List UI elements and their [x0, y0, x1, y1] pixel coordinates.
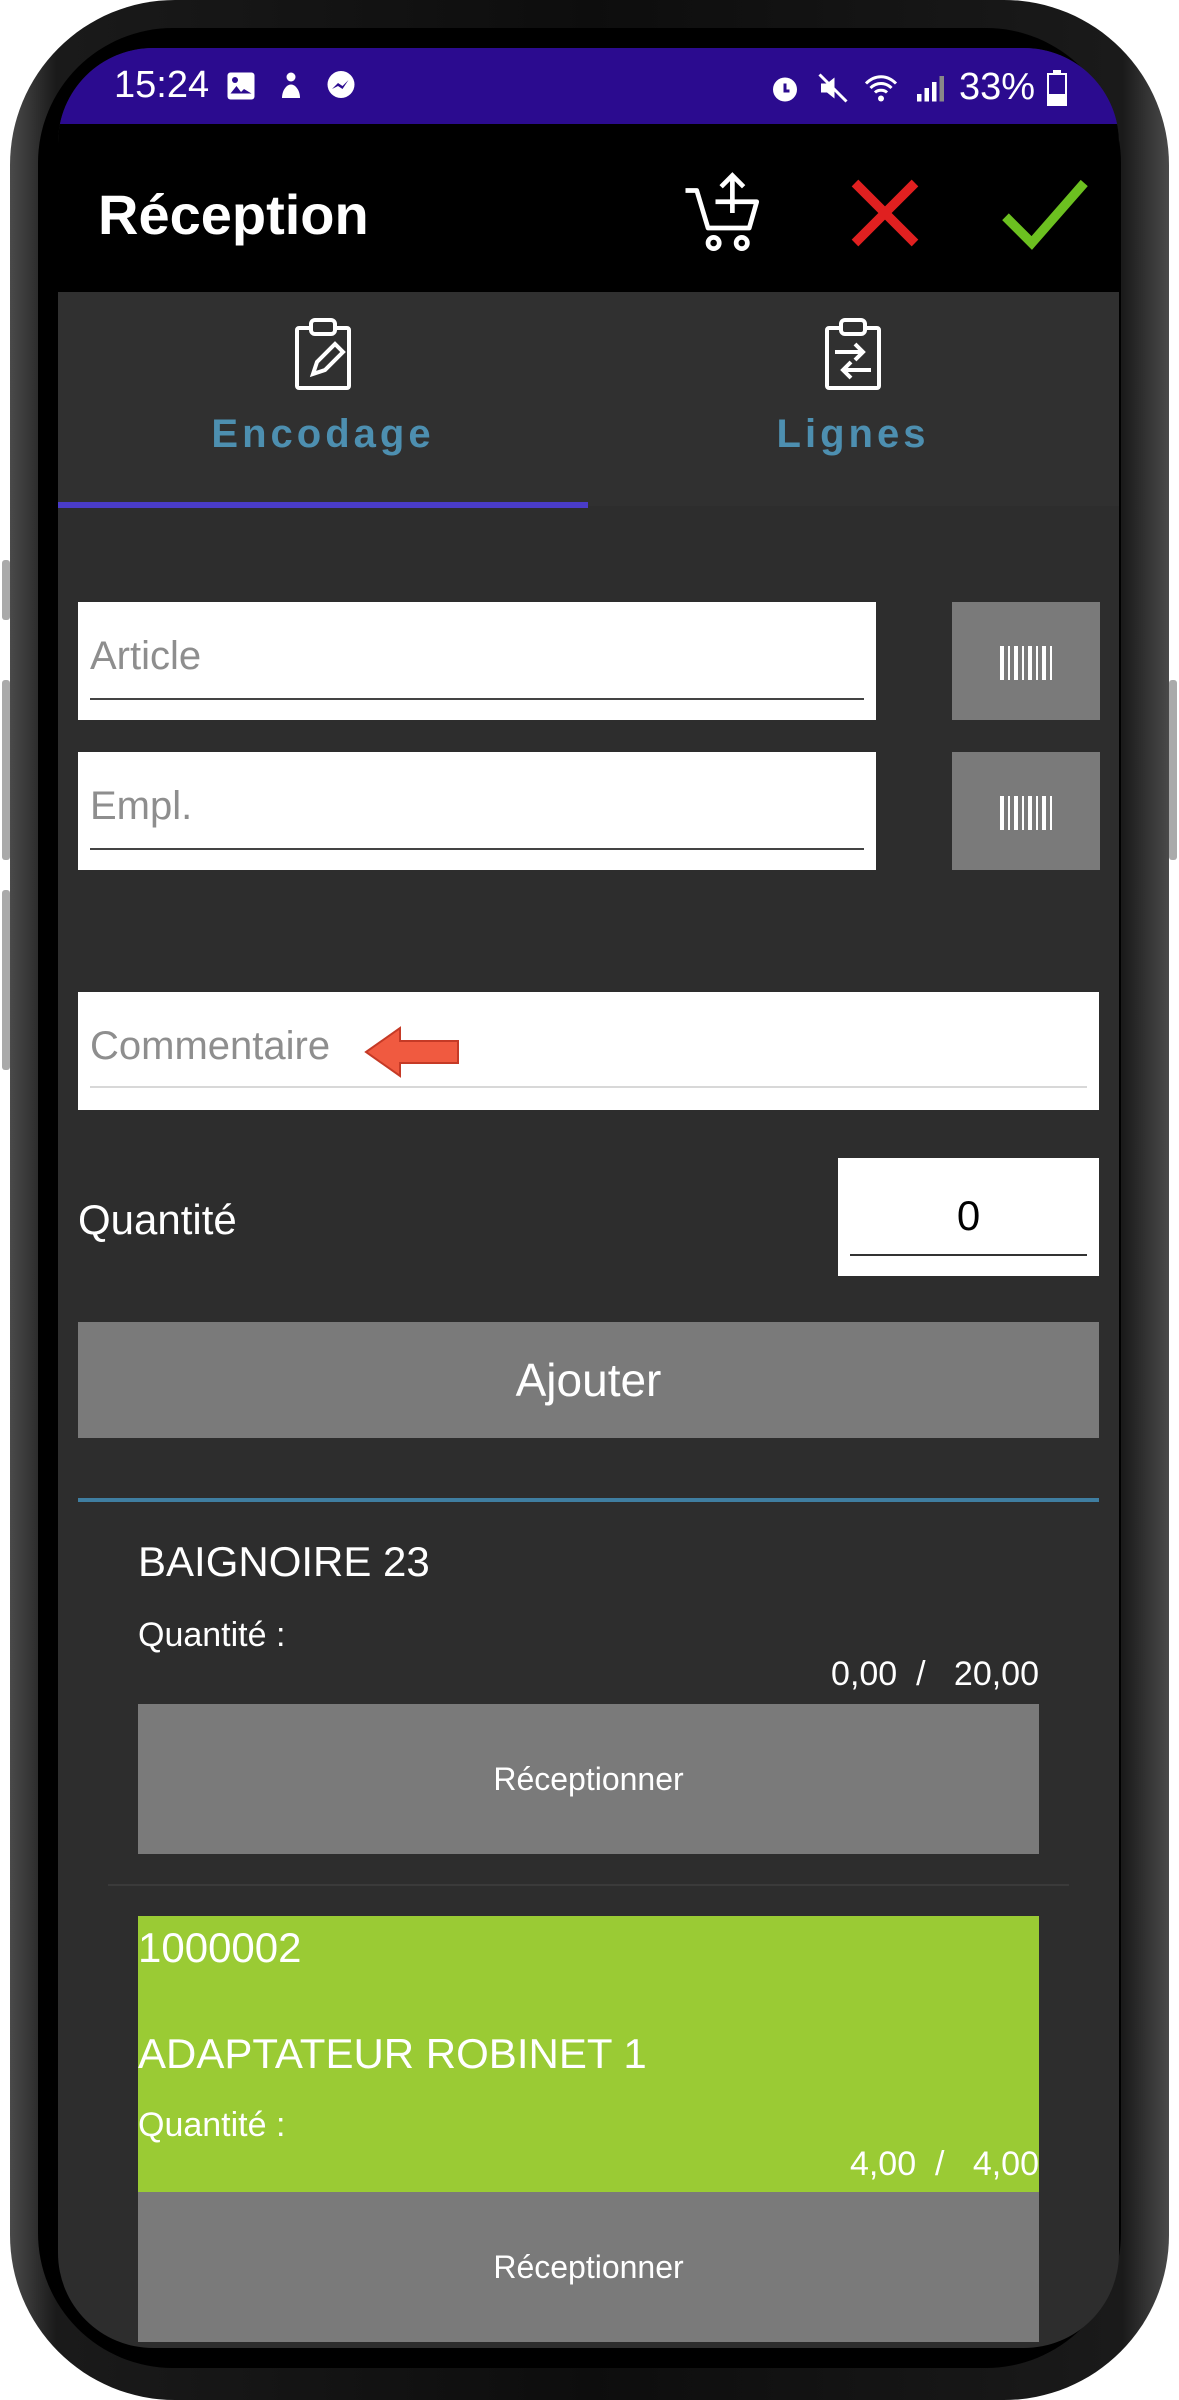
status-bar: 15:24 33%: [58, 48, 1119, 124]
arrow-left-icon: [364, 1026, 459, 1078]
wifi-icon: [864, 74, 897, 101]
status-time: 15:24: [114, 64, 210, 106]
quantity-label: Quantité: [78, 1196, 237, 1243]
barcode-icon: [1000, 796, 1052, 830]
tab-bar: Encodage Lignes: [58, 292, 1119, 506]
close-icon[interactable]: [840, 168, 930, 258]
check-icon[interactable]: [998, 168, 1088, 258]
clipboard-edit-icon: [295, 318, 351, 390]
quantity-input[interactable]: 0: [838, 1158, 1099, 1276]
empl-input[interactable]: Empl.: [78, 752, 876, 870]
scan-article-button[interactable]: [952, 602, 1100, 720]
quantity-value: 0: [956, 1192, 981, 1239]
cart-upload-icon[interactable]: [678, 168, 768, 258]
comment-input[interactable]: Commentaire: [78, 992, 1099, 1110]
tab-label: Encodage: [211, 412, 435, 456]
clipboard-transfer-icon: [825, 318, 881, 390]
line-item-name: ADAPTATEUR ROBINET 1: [138, 2030, 647, 2077]
messenger-icon: [327, 71, 355, 98]
side-button: [2, 560, 10, 620]
signal-icon: [916, 75, 944, 101]
comment-placeholder: Commentaire: [90, 1024, 331, 1068]
side-button: [2, 890, 10, 1070]
image-icon: [227, 72, 255, 100]
side-button: [1169, 680, 1177, 860]
list-divider: [108, 1884, 1069, 1886]
side-button: [2, 680, 10, 860]
tab-encodage[interactable]: Encodage: [58, 292, 588, 506]
section-divider: [78, 1498, 1099, 1502]
barcode-icon: [1000, 646, 1052, 680]
qty-expected: 20,00: [953, 1655, 1039, 1693]
battery-percent: 33%: [958, 66, 1035, 108]
qty-received: 0,00: [831, 1655, 898, 1693]
qty-expected: 4,00: [972, 2145, 1039, 2183]
tab-label: Lignes: [776, 412, 930, 456]
line-item-code: 1000002: [138, 1924, 302, 1971]
app-bar: Réception: [58, 124, 1119, 292]
add-button[interactable]: Ajouter: [78, 1322, 1099, 1438]
tab-indicator: [58, 502, 588, 508]
android-icon: [282, 72, 300, 98]
line-item-name: BAIGNOIRE 23: [138, 1538, 430, 1585]
mute-icon: [818, 72, 848, 103]
article-placeholder: Article: [90, 634, 202, 678]
page-title: Réception: [98, 183, 369, 246]
receive-button[interactable]: Réceptionner: [138, 2192, 1039, 2342]
article-input[interactable]: Article: [78, 602, 876, 720]
battery-icon: [1047, 69, 1067, 106]
line-item-qty-label: Quantité :: [138, 2106, 286, 2144]
empl-placeholder: Empl.: [90, 784, 193, 828]
receive-button[interactable]: Réceptionner: [138, 1704, 1039, 1854]
qty-received: 4,00: [849, 2145, 917, 2183]
app-screen: 15:24 33% Réception Encodage Lignes Arti…: [58, 48, 1119, 2348]
tab-lignes[interactable]: Lignes: [588, 292, 1118, 506]
line-item-qty-label: Quantité :: [138, 1616, 286, 1654]
scan-empl-button[interactable]: [952, 752, 1100, 870]
alarm-icon: [772, 77, 797, 101]
